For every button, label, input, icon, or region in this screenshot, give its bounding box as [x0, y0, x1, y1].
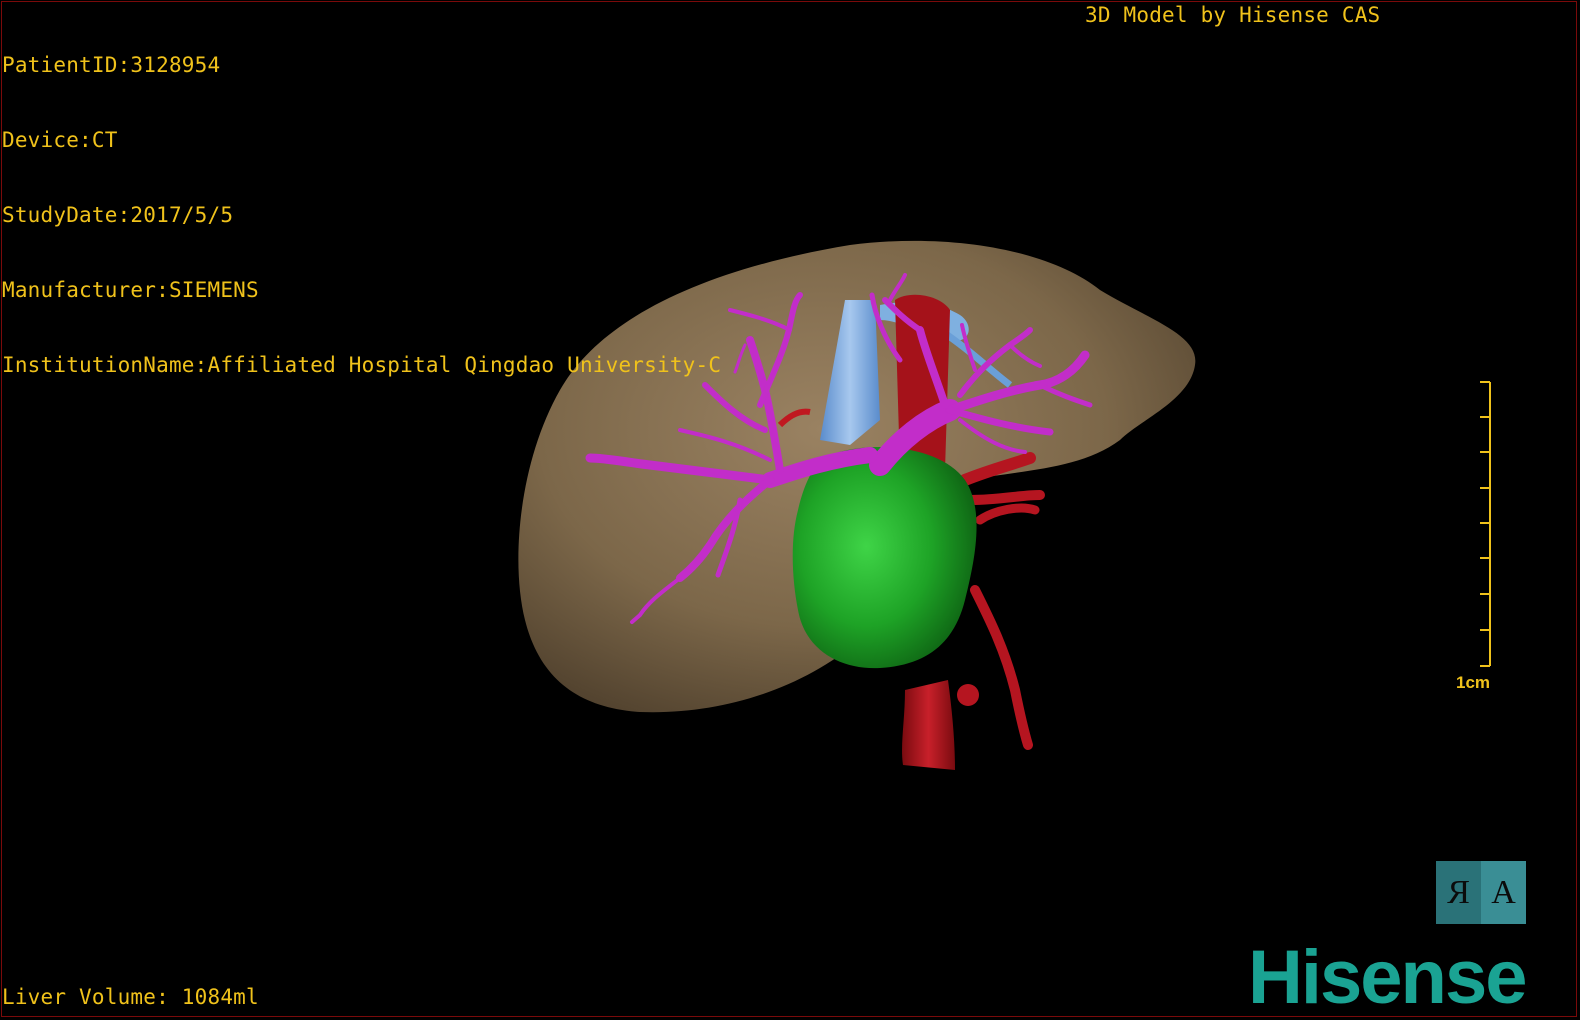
institution-label: InstitutionName:Affiliated Hospital Qing… [2, 353, 722, 377]
brand-logo: Hisense [1248, 935, 1527, 1020]
dicom-info-overlay: PatientID:3128954 Device:CT StudyDate:20… [2, 3, 721, 428]
manufacturer-label: Manufacturer:SIEMENS [2, 278, 259, 302]
orientation-indicator[interactable]: R A [1436, 861, 1526, 924]
scale-unit-label: 1cm [1456, 673, 1491, 692]
orientation-label-right: R [1436, 861, 1481, 924]
3d-viewport[interactable]: PatientID:3128954 Device:CT StudyDate:20… [0, 0, 1580, 1020]
orientation-label-anterior: A [1481, 861, 1526, 924]
liver-volume-label: Liver Volume: 1084ml [2, 985, 259, 1009]
device-label: Device:CT [2, 128, 118, 152]
patient-id-label: PatientID:3128954 [2, 53, 221, 77]
tumor-mass [792, 447, 977, 669]
scale-ruler [1480, 381, 1491, 667]
study-date-label: StudyDate:2017/5/5 [2, 203, 234, 227]
model-credit-label: 3D Model by Hisense CAS [1085, 3, 1381, 27]
